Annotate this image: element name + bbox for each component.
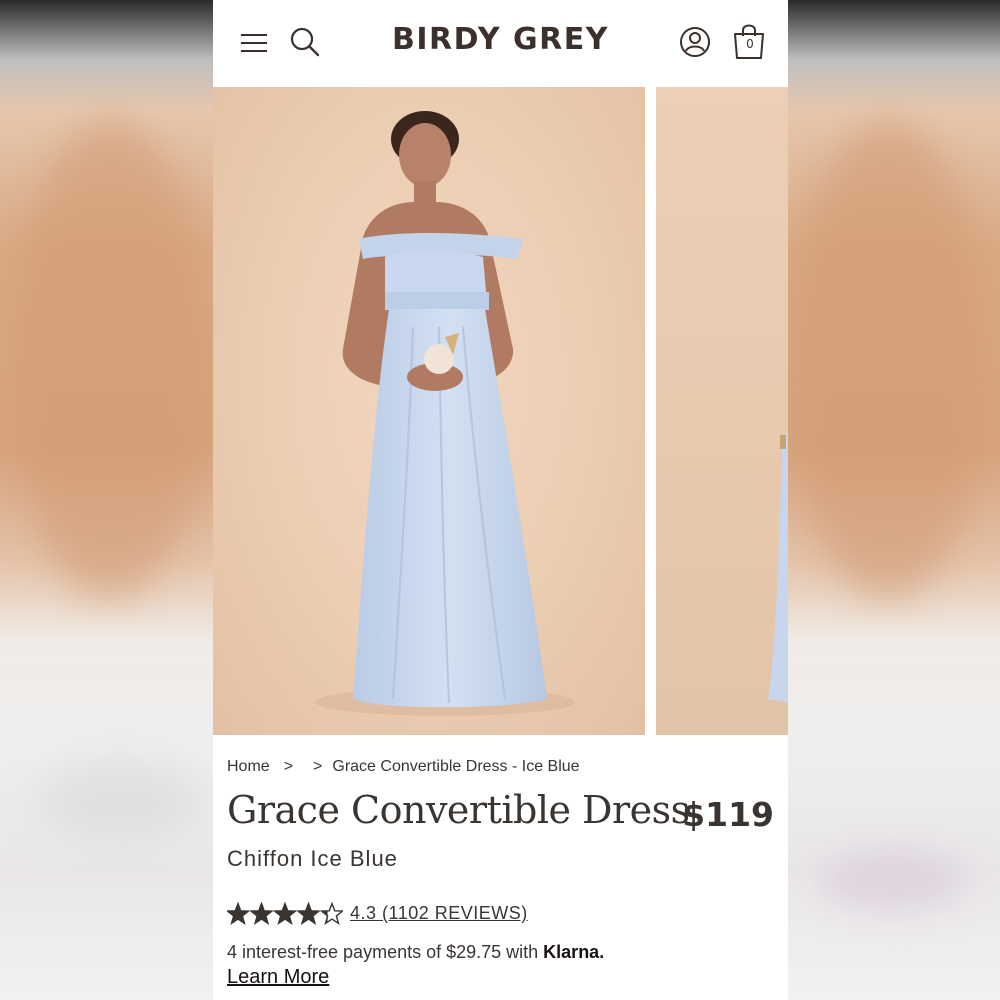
product-title: Grace Convertible Dress [227, 788, 690, 832]
product-image-main[interactable] [213, 87, 645, 735]
background-left-blur [0, 0, 213, 1000]
klarna-logo: Klarna. [543, 942, 605, 962]
star-fill [227, 903, 249, 924]
model-in-dress-illustration [315, 111, 575, 716]
product-subtitle: Chiffon Ice Blue [227, 846, 398, 871]
klarna-payment-info: 4 interest-free payments of $29.75 with … [227, 942, 604, 963]
star-fill [298, 903, 319, 924]
breadcrumb-current: Grace Convertible Dress - Ice Blue [332, 758, 580, 775]
product-price: $119 [682, 795, 774, 834]
star-fill [274, 903, 296, 924]
breadcrumb-separator: > [283, 758, 294, 775]
star-fill [251, 903, 272, 924]
cart-count: 0 [746, 37, 754, 51]
rating-stars[interactable] [227, 902, 343, 926]
site-header: BIRDY GREY 0 [213, 0, 788, 87]
product-image-next[interactable] [656, 87, 788, 735]
klarna-payment-text: 4 interest-free payments of $29.75 with [227, 942, 544, 962]
account-icon[interactable] [679, 26, 711, 58]
reviews-link[interactable]: 4.3 (1102 REVIEWS) [350, 903, 528, 924]
background-right-blur [788, 0, 1000, 1000]
breadcrumb: Home > > Grace Convertible Dress - Ice Blue [227, 758, 580, 776]
next-image-peek [768, 432, 788, 702]
breadcrumb-home[interactable]: Home [227, 758, 270, 776]
breadcrumb-separator: > [313, 758, 323, 775]
product-page: BIRDY GREY 0 Home > > Grace Convertible … [213, 0, 788, 1000]
learn-more-link[interactable]: Learn More [227, 966, 329, 989]
